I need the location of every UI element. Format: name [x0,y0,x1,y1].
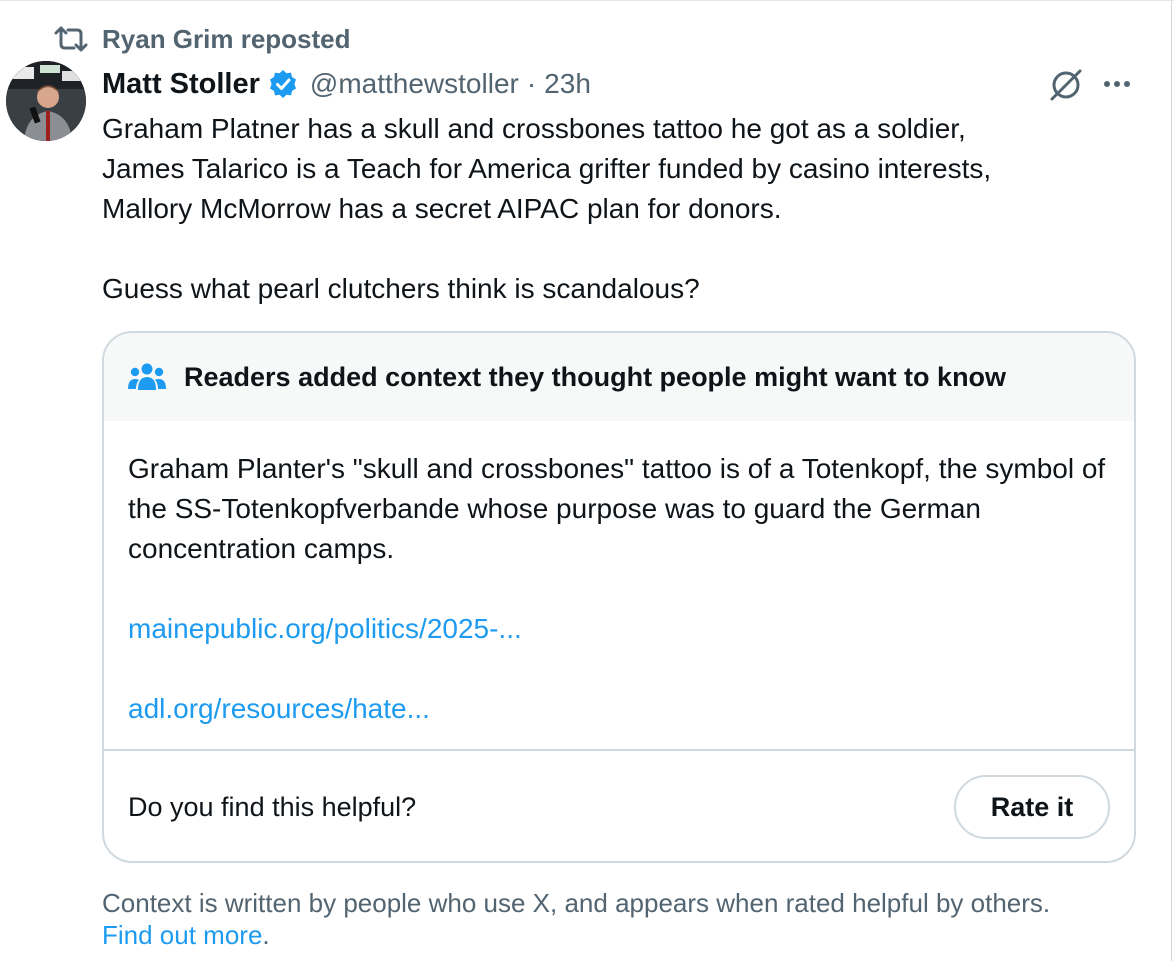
helpful-question: Do you find this helpful? [128,791,417,822]
avatar-photo [6,61,86,141]
footer-period: . [262,920,270,950]
community-note-header: Readers added context they thought peopl… [104,333,1134,421]
repost-context[interactable]: Ryan Grim reposted [54,23,351,55]
tweet-line-3: Mallory McMorrow has a secret AIPAC plan… [102,193,782,224]
tweet-line-1: Graham Platner has a skull and crossbone… [102,113,966,144]
grok-icon[interactable] [1048,67,1084,103]
rate-it-button[interactable]: Rate it [954,775,1110,839]
author-handle[interactable]: @matthewstoller [310,68,519,100]
context-footer: Context is written by people who use X, … [102,887,1142,951]
footer-text: Context is written by people who use X, … [102,888,1051,918]
community-note-title: Readers added context they thought peopl… [184,361,1007,392]
tweet-line-2: James Talarico is a Teach for America gr… [102,153,992,184]
timestamp[interactable]: 23h [544,68,591,100]
find-out-more-link[interactable]: Find out more [102,920,262,950]
tweet-header: Matt Stoller @matthewstoller · 23h [102,63,591,105]
community-note: Readers added context they thought peopl… [102,331,1136,863]
tweet-text: Graham Platner has a skull and crossbone… [102,109,1142,309]
more-icon[interactable] [1100,67,1134,101]
repost-label: Ryan Grim reposted [102,23,351,54]
separator-dot: · [526,68,537,99]
source-link-1[interactable]: mainepublic.org/politics/2025-... [128,609,1110,649]
repost-icon [54,26,88,52]
avatar[interactable] [6,61,86,141]
column-border [1171,1,1172,961]
helpful-row: Do you find this helpful? Rate it [128,775,1110,839]
verified-badge-icon[interactable] [268,69,298,99]
source-link-2[interactable]: adl.org/resources/hate... [128,689,1110,729]
tweet-container: Ryan Grim reposted Matt Stoller @matthew… [0,0,1174,961]
community-icon [128,363,166,390]
author-name[interactable]: Matt Stoller [102,68,260,101]
divider [104,749,1134,751]
tweet-line-4: Guess what pearl clutchers think is scan… [102,273,700,304]
community-note-text: Graham Planter's "skull and crossbones" … [128,453,1106,564]
community-note-body: Graham Planter's "skull and crossbones" … [104,421,1134,729]
